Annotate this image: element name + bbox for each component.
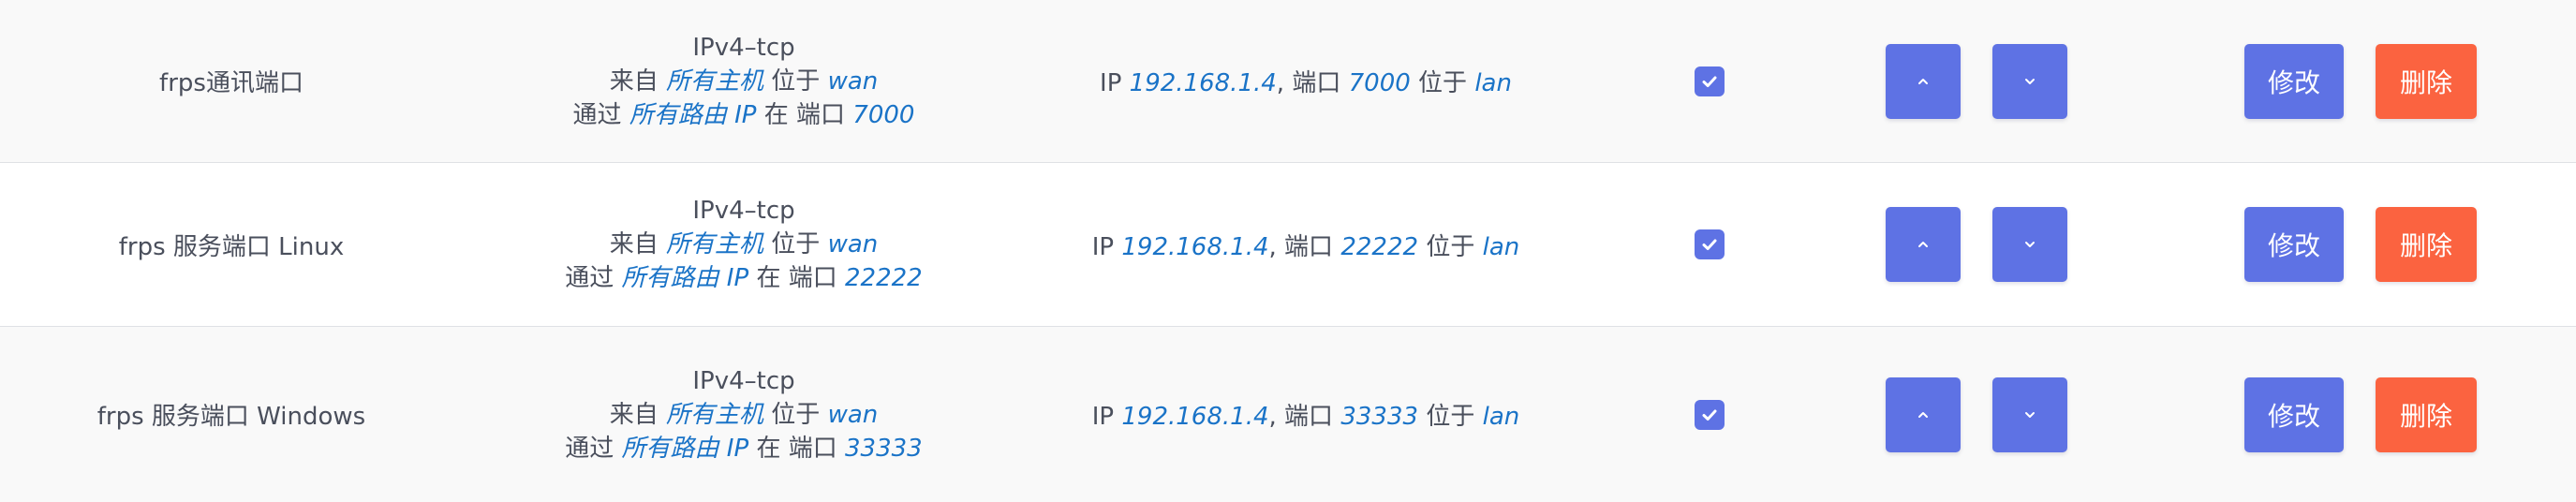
dest-zone: lan <box>1474 69 1512 97</box>
sort-cell <box>1873 327 2080 502</box>
protocol: IPv4–tcp <box>692 33 795 62</box>
enable-cell <box>1677 327 1742 502</box>
dest-zone: lan <box>1482 403 1520 431</box>
move-up-button[interactable] <box>1886 43 1961 119</box>
chevron-up-icon <box>1918 411 1928 418</box>
match-cell: IPv4–tcp 来自 所有主机 位于 wan 通过 所有路由 IP 在 端口 … <box>463 0 1025 162</box>
protocol: IPv4–tcp <box>692 366 795 395</box>
edit-button[interactable]: 修改 <box>2244 43 2344 119</box>
rule-name: frps通讯端口 <box>159 69 303 97</box>
via-line: 通过 所有路由 IP 在 端口 7000 <box>572 100 915 129</box>
rule-name: frps 服务端口 Windows <box>96 403 366 431</box>
source-zone: wan <box>827 230 879 258</box>
source-line: 来自 所有主机 位于 wan <box>609 66 879 96</box>
protocol-line: IPv4–tcp <box>692 364 794 398</box>
sort-cell <box>1873 163 2080 326</box>
target-cell: IP 192.168.1.4, 端口 22222 位于 lan <box>1091 232 1520 261</box>
protocol-line: IPv4–tcp <box>692 194 794 228</box>
rule-name-cell: frps 服务端口 Windows <box>0 327 463 502</box>
chevron-down-icon <box>2025 411 2035 418</box>
table-row: frps 服务端口 Windows IPv4–tcp 来自 所有主机 位于 wa… <box>0 327 2576 502</box>
source-line: 来自 所有主机 位于 wan <box>609 400 879 429</box>
match-cell: IPv4–tcp 来自 所有主机 位于 wan 通过 所有路由 IP 在 端口 … <box>463 163 1025 326</box>
target-cell: IP 192.168.1.4, 端口 7000 位于 lan <box>1100 69 1512 97</box>
source-line: 来自 所有主机 位于 wan <box>609 230 879 258</box>
source-hosts: 所有主机 <box>666 400 764 429</box>
rule-name-cell: frps通讯端口 <box>0 0 463 162</box>
actions-cell: 修改 删除 <box>2229 163 2492 326</box>
chevron-up-icon <box>1918 242 1928 247</box>
delete-button[interactable]: 删除 <box>2376 207 2477 282</box>
match-cell: IPv4–tcp 来自 所有主机 位于 wan 通过 所有路由 IP 在 端口 … <box>463 327 1025 502</box>
enable-checkbox[interactable] <box>1695 229 1725 259</box>
check-icon <box>1702 76 1717 87</box>
external-port: 33333 <box>845 434 923 463</box>
enable-cell <box>1677 0 1742 162</box>
external-port: 22222 <box>845 264 923 292</box>
source-hosts: 所有主机 <box>666 66 764 96</box>
chevron-down-icon <box>2025 78 2035 84</box>
via-line: 通过 所有路由 IP 在 端口 33333 <box>565 434 923 463</box>
protocol: IPv4–tcp <box>692 197 795 225</box>
external-port: 7000 <box>852 100 915 129</box>
via-ip: 所有路由 IP <box>621 434 749 463</box>
rule-name: frps 服务端口 Linux <box>118 232 345 261</box>
via-ip: 所有路由 IP <box>621 264 749 292</box>
check-icon <box>1702 409 1717 421</box>
table-row: frps通讯端口 IPv4–tcp 来自 所有主机 位于 wan 通过 所有路由… <box>0 0 2576 163</box>
via-ip: 所有路由 IP <box>629 100 757 129</box>
actions-cell: 修改 删除 <box>2229 0 2492 162</box>
actions-cell: 修改 删除 <box>2229 327 2492 502</box>
port-forward-table: frps通讯端口 IPv4–tcp 来自 所有主机 位于 wan 通过 所有路由… <box>0 0 2576 502</box>
table-row: frps 服务端口 Linux IPv4–tcp 来自 所有主机 位于 wan … <box>0 163 2576 327</box>
enable-checkbox[interactable] <box>1695 66 1725 96</box>
move-up-button[interactable] <box>1886 207 1961 282</box>
source-zone: wan <box>827 400 879 429</box>
dest-port: 7000 <box>1348 69 1411 97</box>
via-line: 通过 所有路由 IP 在 端口 22222 <box>565 264 923 292</box>
enable-checkbox[interactable] <box>1695 399 1725 430</box>
dest-ip: 192.168.1.4 <box>1121 232 1269 261</box>
source-zone: wan <box>827 66 879 96</box>
move-up-button[interactable] <box>1886 376 1961 452</box>
rule-name-cell: frps 服务端口 Linux <box>0 163 463 326</box>
sort-cell <box>1873 0 2080 162</box>
chevron-down-icon <box>2025 242 2035 247</box>
dest-zone: lan <box>1482 232 1520 261</box>
enable-cell <box>1677 163 1742 326</box>
check-icon <box>1702 239 1717 250</box>
edit-button[interactable]: 修改 <box>2244 207 2344 282</box>
edit-button[interactable]: 修改 <box>2244 376 2344 452</box>
delete-button[interactable]: 删除 <box>2376 43 2477 119</box>
dest-ip: 192.168.1.4 <box>1121 403 1269 431</box>
move-down-button[interactable] <box>1992 207 2067 282</box>
protocol-line: IPv4–tcp <box>692 31 794 65</box>
move-down-button[interactable] <box>1992 43 2067 119</box>
delete-button[interactable]: 删除 <box>2376 376 2477 452</box>
source-hosts: 所有主机 <box>666 230 764 258</box>
dest-port: 33333 <box>1340 403 1419 431</box>
dest-port: 22222 <box>1340 232 1419 261</box>
move-down-button[interactable] <box>1992 376 2067 452</box>
chevron-up-icon <box>1918 78 1928 84</box>
dest-ip: 192.168.1.4 <box>1129 69 1277 97</box>
target-cell: IP 192.168.1.4, 端口 33333 位于 lan <box>1091 403 1520 431</box>
